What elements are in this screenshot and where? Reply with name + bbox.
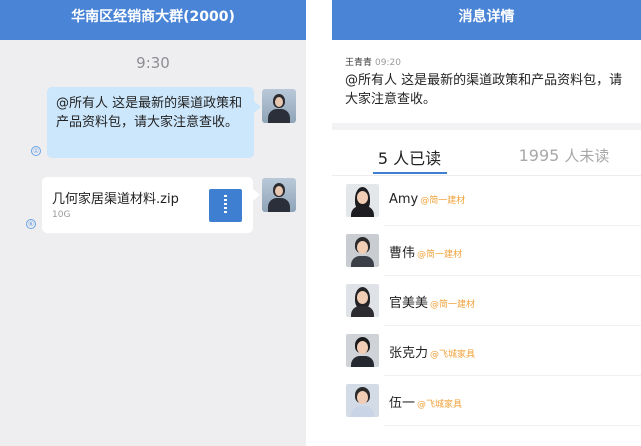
reader-name: 伍一 <box>389 396 416 411</box>
reader-row[interactable]: Amy @简一建材 <box>332 176 641 226</box>
tab-read[interactable]: 5 人已读 <box>332 145 487 169</box>
sender-avatar[interactable] <box>262 178 296 212</box>
reader-name: Amy <box>389 192 419 207</box>
reader-company: @简一建材 <box>430 300 476 310</box>
avatar <box>346 384 379 417</box>
message-time: 9:30 <box>136 54 170 72</box>
chat-title: 华南区经销商大群(2000) <box>0 0 306 40</box>
avatar <box>346 284 379 317</box>
detail-title: 消息详情 <box>332 0 641 40</box>
sent-time: 09:20 <box>375 58 401 68</box>
section-divider <box>332 123 641 130</box>
avatar <box>346 184 379 217</box>
sender-avatar[interactable] <box>262 89 296 123</box>
zip-file-icon <box>209 189 242 222</box>
reader-name: 官美美 <box>389 296 429 311</box>
unread-label: 人未读 <box>564 147 610 165</box>
reader-company: @飞城家具 <box>417 400 463 410</box>
message-detail-screen: 消息详情 王青青 09:20 @所有人 这是最新的渠道政策和产品资料包，请大家注意… <box>332 0 641 446</box>
message-text: @所有人 这是最新的渠道政策和产品资料包，请大家注意查收。 <box>345 73 623 107</box>
reader-row[interactable]: 伍一 @飞城家具 <box>332 376 641 426</box>
reader-row[interactable]: 张克力 @飞城家具 <box>332 326 641 376</box>
read-count: 5 <box>377 149 389 168</box>
reader-row[interactable]: 官美美 @简一建材 <box>332 276 641 326</box>
reader-name: 曹伟 <box>389 246 416 261</box>
reader-company: @飞城家具 <box>430 350 476 360</box>
file-name: 几何家居渠道材料.zip <box>52 192 179 207</box>
active-tab-indicator <box>373 172 447 174</box>
avatar <box>346 334 379 367</box>
file-size: 10G <box>52 210 71 220</box>
avatar <box>346 234 379 267</box>
message-bubble[interactable]: @所有人 这是最新的渠道政策和产品资料包，请大家注意查收。 <box>47 87 261 158</box>
reader-company: @简一建材 <box>417 250 463 260</box>
reader-row[interactable]: 曹伟 @简一建材 <box>332 226 641 276</box>
read-label: 人已读 <box>393 149 442 168</box>
sender-name: 王青青 <box>345 58 373 68</box>
reader-name: 张克力 <box>389 346 429 361</box>
message-meta: 王青青 09:20 <box>345 55 401 68</box>
tab-unread[interactable]: 1995 人未读 <box>487 145 641 166</box>
read-count-indicator[interactable]: ⑥ <box>26 219 36 229</box>
unread-count: 1995 <box>518 146 560 165</box>
group-chat-screen: 华南区经销商大群(2000) 9:30 ① @所有人 这是最新的渠道政策和产品资… <box>0 0 306 446</box>
file-message-card[interactable]: 几何家居渠道材料.zip 10G <box>42 177 260 233</box>
reader-company: @简一建材 <box>420 196 466 206</box>
read-count-indicator[interactable]: ① <box>31 146 41 156</box>
